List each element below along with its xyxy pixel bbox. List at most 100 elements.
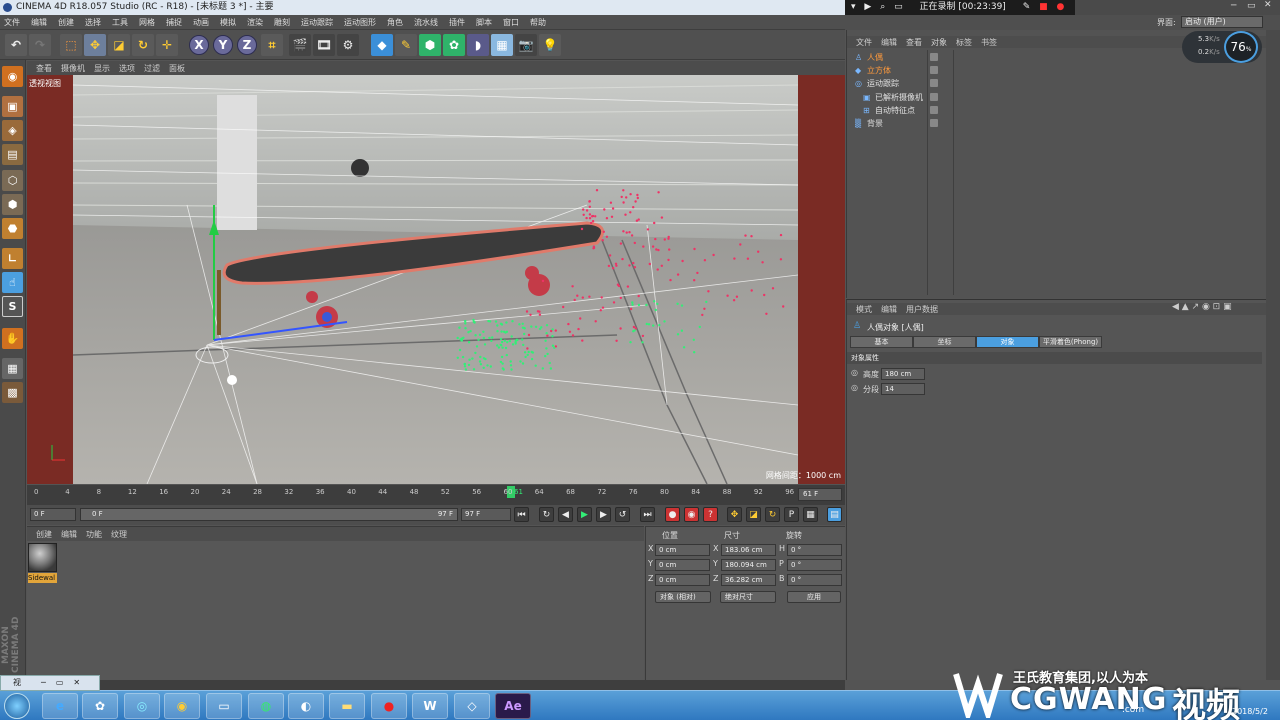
right-side-tabs[interactable] [1266, 30, 1280, 680]
menu-item[interactable]: 动画 [193, 17, 209, 28]
subdivision-icon[interactable]: ⬢ [419, 34, 441, 56]
menu-item[interactable]: 网格 [139, 17, 155, 28]
menu-item[interactable]: 文件 [4, 17, 20, 28]
coord-position-field[interactable]: 0 cm [655, 574, 710, 586]
timeline-ruler[interactable]: 61 61 F 0 4 8 12 16 20 24 28 32 36 40 44 48 52 56 60 64 6… [27, 485, 845, 505]
key-position-icon[interactable]: ✥ [727, 507, 742, 522]
reverse-loop-icon[interactable]: ↺ [615, 507, 630, 522]
solo-icon[interactable]: ✋ [2, 328, 23, 349]
taskbar-aftereffects-icon[interactable]: Ae [495, 693, 531, 719]
menu-item[interactable]: 捕捉 [166, 17, 182, 28]
coord-size-field[interactable]: 180.094 cm [721, 559, 776, 571]
viewport-menu-item[interactable]: 面板 [169, 63, 185, 74]
x-axis-lock-icon[interactable]: X [189, 35, 209, 55]
taskbar-c4d-icon[interactable]: ◐ [288, 693, 324, 719]
keyframe-selection-icon[interactable]: ? [703, 507, 718, 522]
viewport-menu-item[interactable]: 摄像机 [61, 63, 85, 74]
object-row[interactable]: ▣ 已解析摄像机 [847, 91, 1267, 104]
taskbar-cinema4d-icon[interactable]: ◎ [124, 693, 160, 719]
object-visibility-toggle[interactable] [930, 105, 938, 114]
coord-mode-dropdown[interactable]: 对象 (相对) [655, 591, 711, 603]
menu-item[interactable]: 编辑 [31, 17, 47, 28]
tab-object[interactable]: 对象 [976, 336, 1039, 348]
size-mode-dropdown[interactable]: 绝对尺寸 [720, 591, 776, 603]
taskbar-app-icon[interactable]: ◇ [454, 693, 490, 719]
floor-scene-icon[interactable]: ▦ [491, 34, 513, 56]
model-mode-icon[interactable]: ▣ [2, 96, 23, 117]
param-value-field[interactable]: 180 cm [881, 368, 925, 380]
layout-dropdown[interactable]: 启动 (用户) [1181, 16, 1263, 28]
coord-rotation-field[interactable]: 0 ° [787, 559, 842, 571]
object-menu-item[interactable]: 查看 [906, 37, 922, 48]
cloner-icon[interactable]: ✿ [443, 34, 465, 56]
redo-icon[interactable]: ↷ [29, 34, 51, 56]
lock-workplane-icon[interactable]: ▦ [2, 358, 23, 379]
object-visibility-toggle[interactable] [930, 53, 938, 61]
param-animate-icon[interactable]: ◎ [851, 368, 858, 377]
object-row[interactable]: ▒ 背景 [847, 117, 1267, 130]
workplane-icon[interactable]: ▤ [2, 144, 23, 165]
tweak-mode-icon[interactable]: ☝ [2, 272, 23, 293]
undo-icon[interactable]: ↶ [5, 34, 27, 56]
object-row[interactable]: ◆ 立方体 [847, 64, 1267, 77]
axis-mode-icon[interactable]: ∟ [2, 248, 23, 269]
record-keys-icon[interactable]: ● [665, 507, 680, 522]
menu-item[interactable]: 雕刻 [274, 17, 290, 28]
taskbar-folder-icon[interactable]: ▬ [329, 693, 365, 719]
render-settings-icon[interactable]: ⚙ [337, 34, 359, 56]
param-animate-icon[interactable]: ◎ [851, 383, 858, 392]
camera-icon[interactable]: 📷 [515, 34, 537, 56]
coord-position-field[interactable]: 0 cm [655, 544, 710, 556]
coord-rotation-field[interactable]: 0 ° [787, 574, 842, 586]
viewport-menu-item[interactable]: 选项 [119, 63, 135, 74]
recent-tool-icon[interactable]: ✛ [156, 34, 178, 56]
timeline-end-field[interactable]: 61 F [798, 488, 842, 501]
render-view-icon[interactable]: 🎬 [289, 34, 311, 56]
viewport-menu-item[interactable]: 过滤 [144, 63, 160, 74]
goto-start-icon[interactable]: ⏮ [514, 507, 529, 522]
menu-item[interactable]: 渲染 [247, 17, 263, 28]
render-picture-viewer-icon[interactable]: 🎞 [313, 34, 335, 56]
prev-frame-icon[interactable]: ◀ [558, 507, 573, 522]
taskbar-360-icon[interactable]: ◍ [248, 693, 284, 719]
viewport-menu-item[interactable]: 查看 [36, 63, 52, 74]
minimize-icon[interactable]: ─ [1231, 1, 1236, 11]
param-value-field[interactable]: 14 [881, 383, 925, 395]
range-slider[interactable]: 0 F 97 F [80, 508, 458, 521]
material-thumbnail[interactable] [28, 543, 57, 572]
light-icon[interactable]: 💡 [539, 34, 561, 56]
move-tool-icon[interactable]: ✥ [84, 34, 106, 56]
deformer-icon[interactable]: ◗ [467, 34, 489, 56]
material-menu-item[interactable]: 创建 [36, 529, 52, 540]
maximize-icon[interactable]: ▭ [1247, 1, 1256, 11]
menu-item[interactable]: 模拟 [220, 17, 236, 28]
material-menu-item[interactable]: 纹理 [111, 529, 127, 540]
coord-size-field[interactable]: 36.282 cm [721, 574, 776, 586]
scale-tool-icon[interactable]: ◪ [108, 34, 130, 56]
coordinate-system-icon[interactable]: ⌗ [261, 34, 283, 56]
points-mode-icon[interactable]: ⬡ [2, 170, 23, 191]
start-button[interactable] [4, 693, 30, 719]
material-menu-item[interactable]: 功能 [86, 529, 102, 540]
object-menu-item[interactable]: 对象 [931, 37, 947, 48]
apply-button[interactable]: 应用 [787, 591, 841, 603]
z-axis-lock-icon[interactable]: Z [237, 35, 257, 55]
menu-item[interactable]: 选择 [85, 17, 101, 28]
minimized-window[interactable]: 视 ─▭✕ [0, 675, 100, 691]
key-rotation-icon[interactable]: ↻ [765, 507, 780, 522]
texture-mode-icon[interactable]: ◈ [2, 120, 23, 141]
recorder-pen-icon[interactable]: ✎ [1023, 0, 1031, 15]
attribute-menu-item[interactable]: 模式 [856, 304, 872, 315]
close-icon[interactable]: ✕ [1264, 0, 1272, 10]
tab-coord[interactable]: 坐标 [913, 336, 976, 348]
play-icon[interactable]: ▶ [577, 507, 592, 522]
object-menu-item[interactable]: 编辑 [881, 37, 897, 48]
cube-object-icon[interactable]: ◆ [371, 34, 393, 56]
menu-item[interactable]: 插件 [449, 17, 465, 28]
edges-mode-icon[interactable]: ⬢ [2, 194, 23, 215]
taskbar-explorer-icon[interactable]: ▭ [206, 693, 242, 719]
recorder-menu-icon[interactable]: ▾ [851, 0, 856, 15]
menu-item[interactable]: 运动图形 [344, 17, 376, 28]
object-visibility-toggle[interactable] [930, 92, 938, 101]
menu-item[interactable]: 创建 [58, 17, 74, 28]
